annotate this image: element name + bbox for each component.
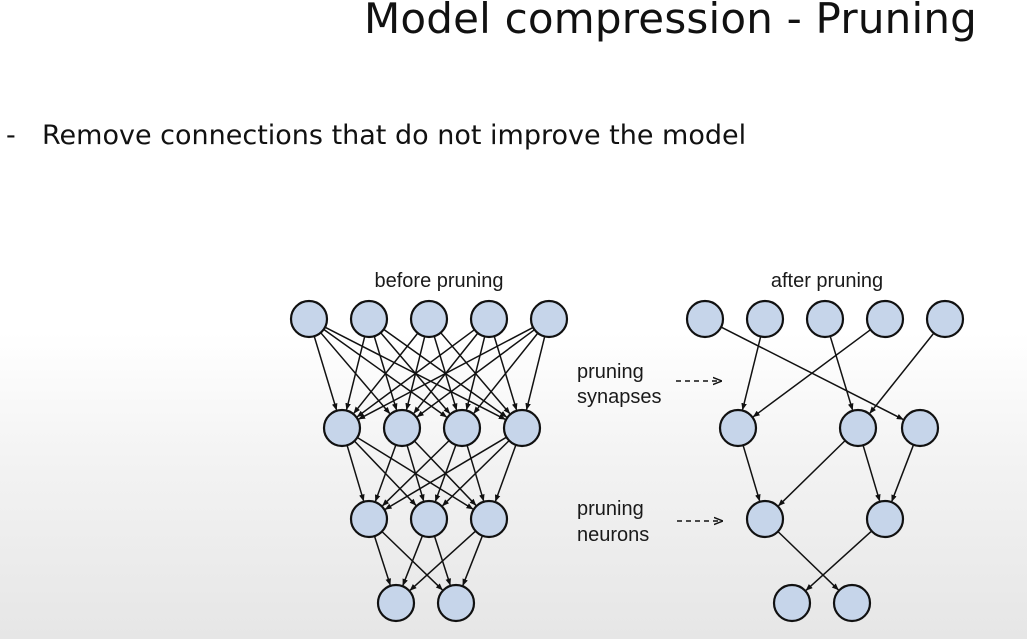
neuron [925,299,965,339]
neuron [838,408,878,448]
annotation-line: pruning [577,361,644,383]
neuron [685,299,725,339]
synapse-arrow [742,445,761,502]
synapse-arrow [462,535,484,586]
neuron [436,583,476,623]
synapse-arrow [805,530,873,591]
synapse-arrow [777,530,839,591]
neuron [772,583,812,623]
before-pruning-network [289,299,569,623]
neuron [376,583,416,623]
neuron [382,408,422,448]
synapse-arrow [778,440,846,507]
neuron [349,299,389,339]
neuron [865,499,905,539]
neuron [409,299,449,339]
neuron [718,408,758,448]
neuron [469,299,509,339]
after-pruning-label: after pruning [771,270,883,292]
synapse-arrow [891,444,915,502]
neuron [469,499,509,539]
neuron [502,408,542,448]
neuron [442,408,482,448]
synapse-arrow [525,336,546,411]
synapse-arrow [373,535,391,586]
before-pruning-label: before pruning [375,270,504,292]
pruning-synapses-annotation: pruning synapses [577,361,721,408]
neuron [745,499,785,539]
synapse-arrow [862,445,881,502]
synapse-arrow [402,535,424,586]
synapse-arrow [384,436,507,510]
synapse-arrow [346,445,365,502]
pruning-diagram: before pruning after pruning pruning syn… [289,270,965,623]
synapse-arrow [869,332,935,414]
synapse-arrow [442,440,510,507]
after-pruning-network [685,299,965,623]
synapse-arrow [741,336,762,411]
synapse-arrow [374,444,397,502]
neuron [745,299,785,339]
synapse-arrow [356,329,475,418]
synapse-arrow [494,444,517,502]
neuron [322,408,362,448]
neuron [832,583,872,623]
synapse-arrow [829,335,854,411]
synapse-arrow [382,440,450,507]
annotation-line: neurons [577,524,649,546]
neuron [409,499,449,539]
synapse-arrow [752,329,871,418]
neuron [349,499,389,539]
neuron [805,299,845,339]
neuron [900,408,940,448]
annotation-line: synapses [577,386,662,408]
synapse-arrow [409,530,477,591]
annotation-line: pruning [577,498,644,520]
neuron [289,299,329,339]
neuron [529,299,569,339]
neuron [865,299,905,339]
pruning-neurons-annotation: pruning neurons [577,498,722,546]
